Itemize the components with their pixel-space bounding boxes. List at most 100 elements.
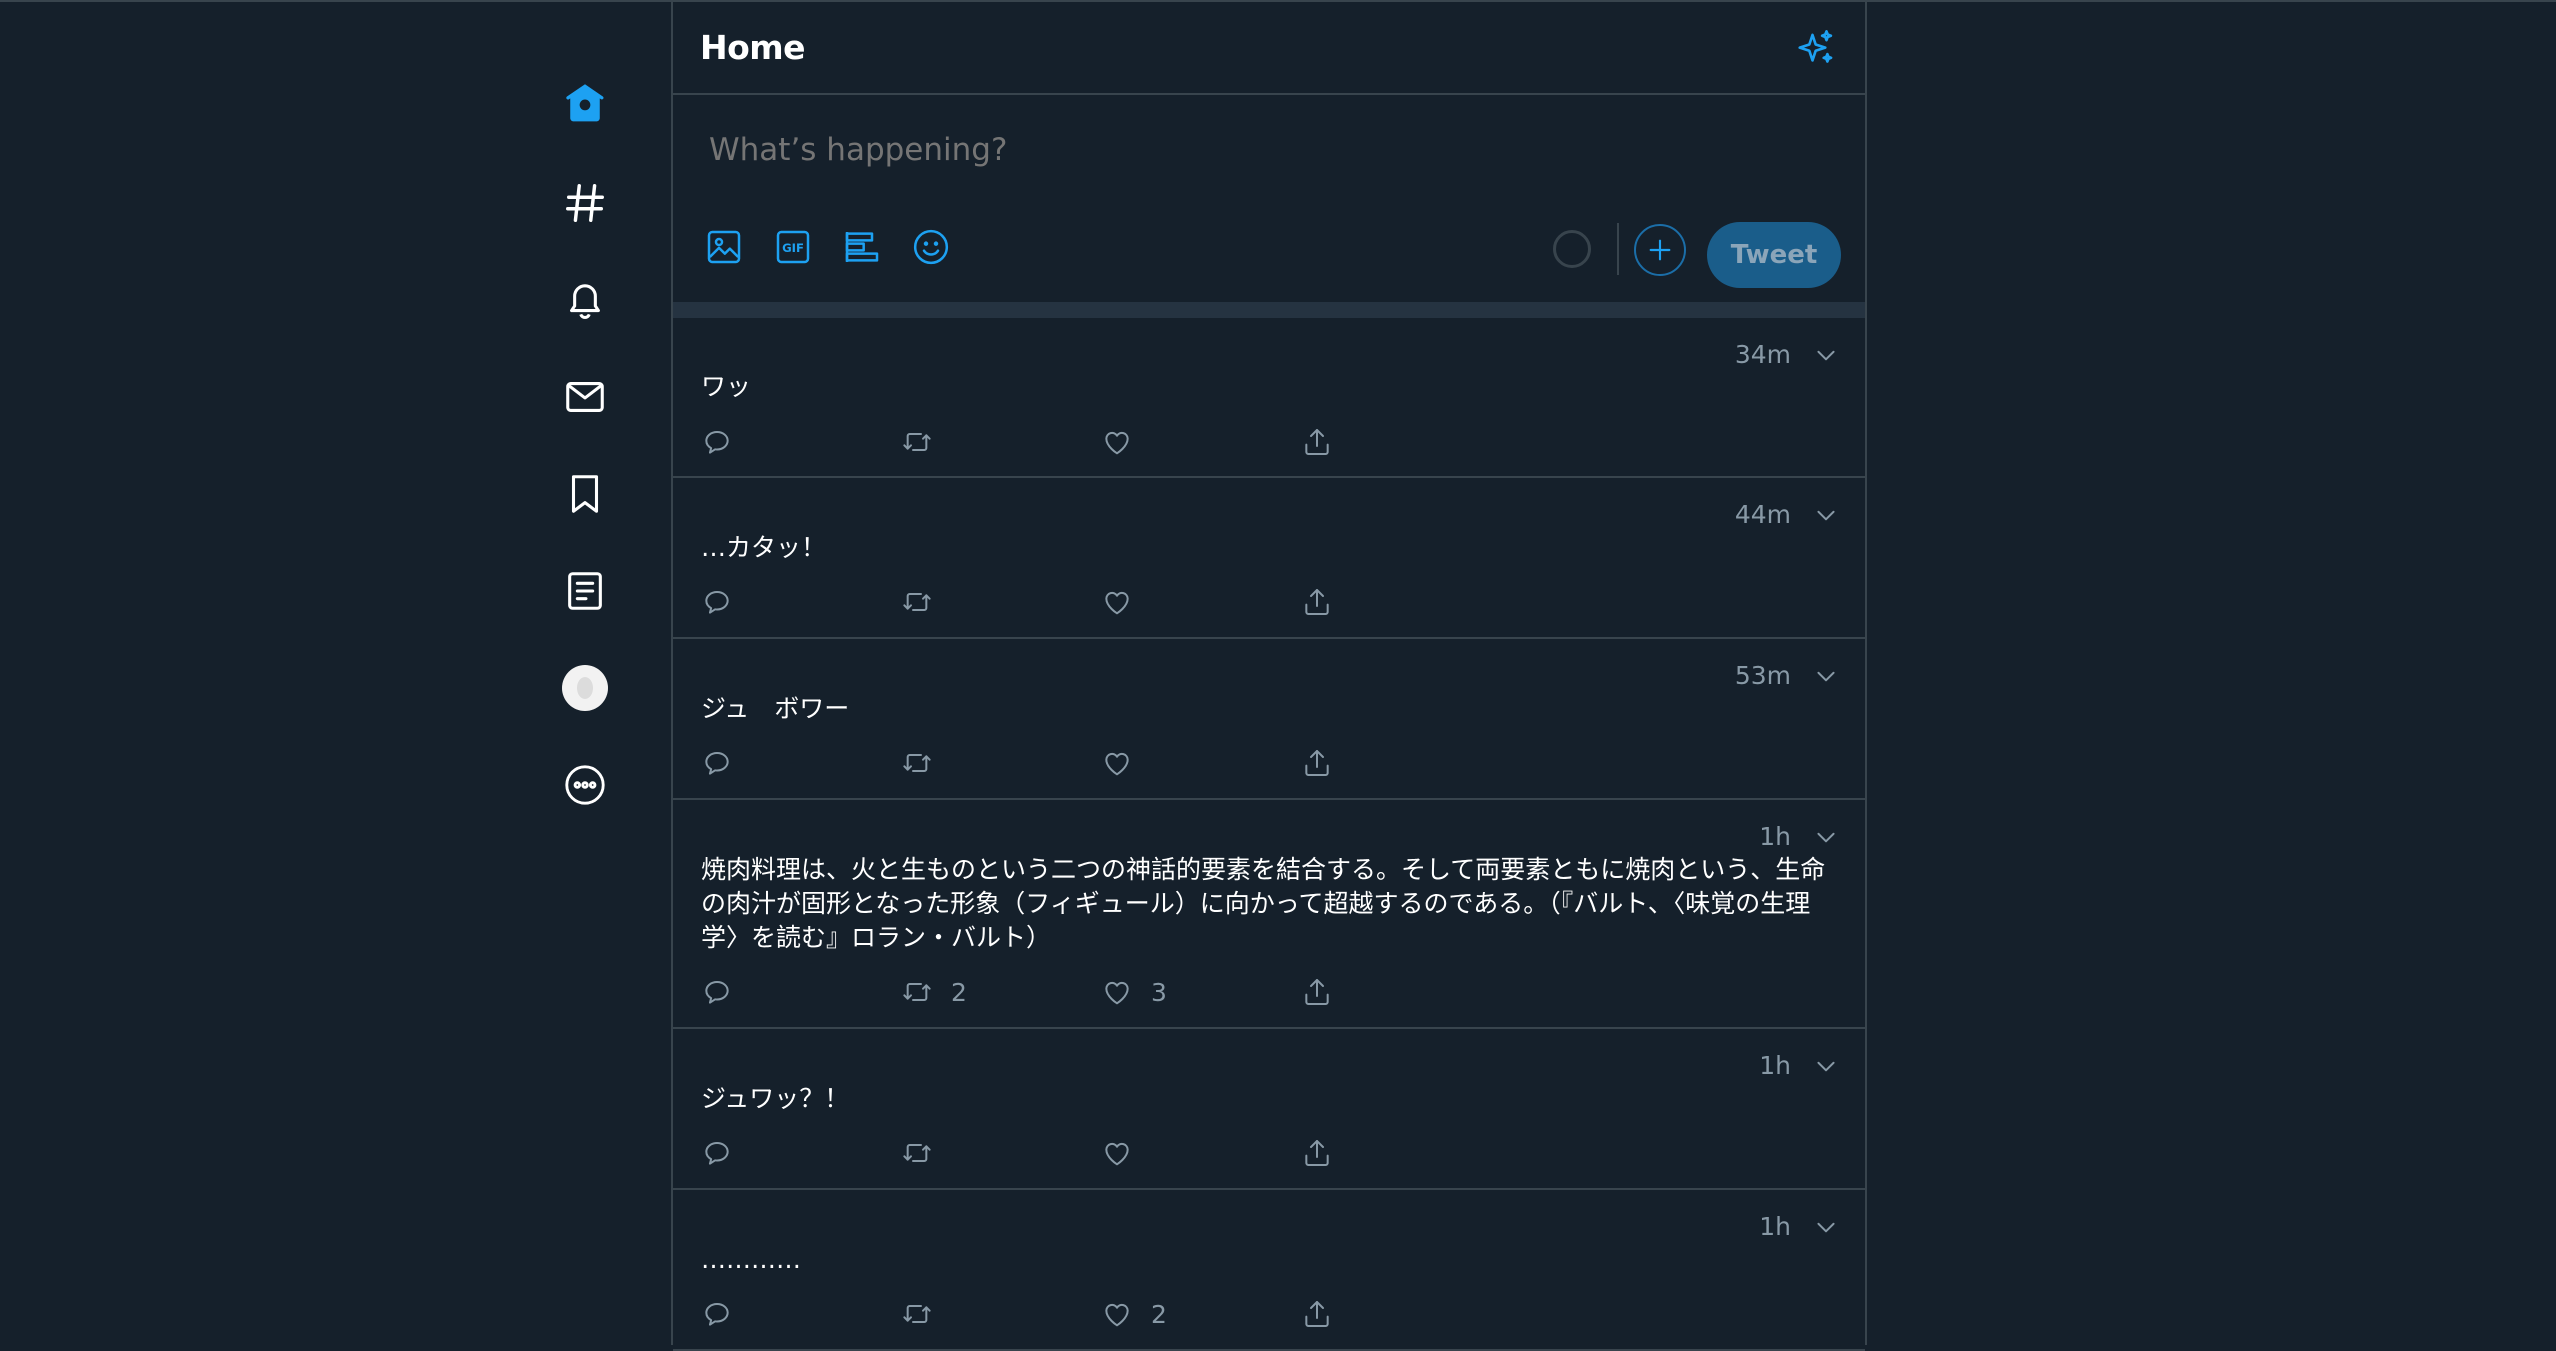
tweet-timestamp[interactable]: 1h	[1759, 822, 1791, 851]
like-heart-icon	[1105, 981, 1129, 1005]
page-title: Home	[700, 28, 806, 67]
share-button[interactable]	[1301, 974, 1333, 1010]
like-heart-icon	[1105, 1303, 1129, 1327]
share-icon	[1305, 750, 1329, 776]
reply-button[interactable]	[701, 1135, 733, 1171]
reply-button[interactable]	[701, 974, 733, 1010]
add-thread-button[interactable]	[1634, 224, 1686, 276]
retweet-icon	[903, 593, 931, 611]
tweet-actions: 2	[701, 1296, 1401, 1332]
add-poll-button[interactable]	[839, 224, 885, 270]
composer-divider	[1617, 223, 1619, 275]
tweet-button[interactable]: Tweet	[1707, 222, 1841, 288]
svg-text:GIF: GIF	[782, 241, 804, 255]
share-icon	[1305, 429, 1329, 455]
tweet-menu-button[interactable]	[1813, 1053, 1839, 1079]
retweet-button[interactable]	[901, 424, 951, 460]
retweet-button[interactable]	[901, 1296, 951, 1332]
tweet-row[interactable]: 1h ジュワッ？！	[673, 1029, 1865, 1190]
tweet-timestamp[interactable]: 1h	[1759, 1051, 1791, 1080]
tweet-row[interactable]: 34m ワッ	[673, 318, 1865, 478]
retweet-button[interactable]	[901, 584, 951, 620]
tweet-row[interactable]: 44m …カタッ！	[673, 478, 1865, 639]
share-button[interactable]	[1301, 1135, 1333, 1171]
tweet-meta: 34m	[1735, 340, 1839, 369]
reply-icon	[705, 431, 729, 454]
like-heart-icon	[1105, 591, 1129, 615]
like-button[interactable]	[1101, 584, 1151, 620]
gif-icon: GIF	[776, 230, 810, 264]
share-icon	[1305, 1301, 1329, 1327]
retweet-button[interactable]: 2	[901, 974, 967, 1010]
nav-explore[interactable]	[540, 154, 630, 251]
tweet-meta: 1h	[1759, 1212, 1839, 1241]
character-count-ring	[1553, 230, 1591, 268]
nav-profile[interactable]	[540, 639, 630, 736]
share-button[interactable]	[1301, 584, 1333, 620]
reply-button[interactable]	[701, 745, 733, 781]
share-button[interactable]	[1301, 1296, 1333, 1332]
tweet-menu-button[interactable]	[1813, 342, 1839, 368]
composer-separator	[673, 302, 1865, 318]
tweet-menu-button[interactable]	[1813, 1214, 1839, 1240]
retweet-icon	[903, 983, 931, 1001]
add-media-button[interactable]	[701, 224, 747, 270]
like-heart-icon	[1105, 752, 1129, 776]
tweet-text: 焼肉料理は、火と生ものという二つの神話的要素を結合する。そして両要素ともに焼肉と…	[701, 855, 1826, 952]
retweet-count: 2	[951, 977, 967, 1007]
tweet-meta: 1h	[1759, 1051, 1839, 1080]
reply-button[interactable]	[701, 1296, 733, 1332]
tweet-timestamp[interactable]: 44m	[1735, 500, 1791, 529]
sidebar-nav	[540, 80, 630, 833]
chevron-down-icon	[1817, 671, 1835, 681]
tweet-timestamp[interactable]: 1h	[1759, 1212, 1791, 1241]
like-button[interactable]: 2	[1101, 1296, 1167, 1332]
like-button[interactable]: 3	[1101, 974, 1167, 1010]
reply-icon	[705, 1303, 729, 1326]
tweet-text: ジュ ボワー	[701, 694, 850, 723]
tweet-menu-button[interactable]	[1813, 663, 1839, 689]
nav-bookmarks[interactable]	[540, 445, 630, 542]
like-button[interactable]	[1101, 1135, 1151, 1171]
like-button[interactable]	[1101, 424, 1151, 460]
add-emoji-button[interactable]	[908, 224, 954, 270]
retweet-button[interactable]	[901, 1135, 951, 1171]
chevron-down-icon	[1817, 510, 1835, 520]
nav-notifications[interactable]	[540, 251, 630, 348]
tweet-actions	[701, 1135, 1401, 1171]
like-count: 2	[1151, 1299, 1167, 1329]
nav-home[interactable]	[540, 80, 630, 154]
tweet-menu-button[interactable]	[1813, 824, 1839, 850]
reply-button[interactable]	[701, 424, 733, 460]
lists-icon	[568, 571, 602, 610]
tweet-actions	[701, 424, 1401, 460]
top-tweets-button[interactable]	[1795, 27, 1837, 69]
tweet-meta: 44m	[1735, 500, 1839, 529]
tweet-text: …………	[701, 1245, 801, 1274]
tweet-row[interactable]: 1h 焼肉料理は、火と生ものという二つの神話的要素を結合する。そして両要素ともに焼…	[673, 800, 1865, 1029]
chevron-down-icon	[1817, 350, 1835, 360]
tweet-row[interactable]: 1h ………… 2	[673, 1190, 1865, 1351]
reply-icon	[705, 752, 729, 775]
nav-lists[interactable]	[540, 542, 630, 639]
chevron-down-icon	[1817, 832, 1835, 842]
like-button[interactable]	[1101, 745, 1151, 781]
retweet-icon	[903, 433, 931, 451]
emoji-icon	[913, 229, 949, 265]
tweet-timestamp[interactable]: 53m	[1735, 661, 1791, 690]
reply-button[interactable]	[701, 584, 733, 620]
tweet-row[interactable]: 53m ジュ ボワー	[673, 639, 1865, 800]
retweet-icon	[903, 754, 931, 772]
chevron-down-icon	[1817, 1222, 1835, 1232]
retweet-icon	[903, 1144, 931, 1162]
share-button[interactable]	[1301, 424, 1333, 460]
share-button[interactable]	[1301, 745, 1333, 781]
nav-more[interactable]	[540, 736, 630, 833]
share-icon	[1305, 1140, 1329, 1166]
tweet-menu-button[interactable]	[1813, 502, 1839, 528]
add-gif-button[interactable]: GIF	[770, 224, 816, 270]
tweet-timestamp[interactable]: 34m	[1735, 340, 1791, 369]
retweet-button[interactable]	[901, 745, 951, 781]
nav-messages[interactable]	[540, 348, 630, 445]
tweet-text: ジュワッ？！	[701, 1084, 850, 1113]
